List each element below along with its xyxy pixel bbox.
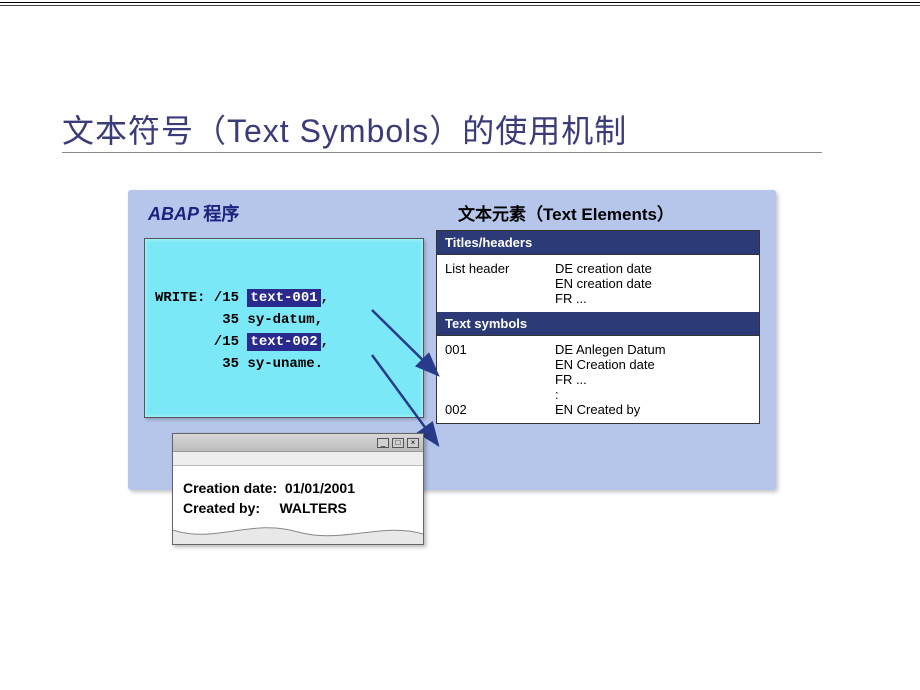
header-line: DE creation date [555, 261, 751, 276]
slide-top-lines [0, 0, 920, 28]
symbol-id: 001 [445, 342, 555, 402]
close-icon[interactable]: × [407, 438, 419, 448]
output-row-2: Created by: WALTERS [183, 498, 413, 518]
output-toolbar [173, 452, 423, 466]
text-elements-panel: Titles/headers List header DE creation d… [436, 230, 760, 424]
text-symbols-body: 001 DE Anlegen Datum EN Creation date FR… [437, 336, 759, 423]
code-line-3: /15 text-002, [155, 331, 413, 353]
abap-code-panel: WRITE: /15 text-001, 35 sy-datum, /15 te… [144, 238, 424, 418]
maximize-icon[interactable]: □ [392, 438, 404, 448]
symbol-line: EN Created by [555, 402, 751, 417]
titles-headers-body: List header DE creation date EN creation… [437, 255, 759, 312]
abap-label-prefix: ABAP [148, 204, 198, 224]
text-elements-label: 文本元素（Text Elements） [458, 200, 674, 225]
output-row-1: Creation date: 01/01/2001 [183, 478, 413, 498]
symbol-line: FR ... [555, 372, 751, 387]
code-line-1: WRITE: /15 text-001, [155, 287, 413, 309]
symbol-line: DE Anlegen Datum [555, 342, 751, 357]
symbol-id: 002 [445, 402, 555, 417]
text-001-symbol: text-001 [247, 289, 320, 307]
titles-headers-header: Titles/headers [437, 231, 759, 255]
symbol-line: : [555, 387, 751, 402]
title-underline [62, 152, 822, 153]
slide-title: 文本符号（Text Symbols）的使用机制 [62, 106, 627, 152]
code-line-4: 35 sy-uname. [155, 353, 413, 375]
abap-program-label: ABAP 程序 [148, 200, 239, 226]
symbol-line: EN Creation date [555, 357, 751, 372]
output-titlebar: _ □ × [173, 434, 423, 452]
code-line-2: 35 sy-datum, [155, 309, 413, 331]
text-symbols-header: Text symbols [437, 312, 759, 336]
minimize-icon[interactable]: _ [377, 438, 389, 448]
header-line: EN creation date [555, 276, 751, 291]
output-content: Creation date: 01/01/2001 Created by: WA… [173, 466, 423, 544]
abap-label-suffix: 程序 [203, 204, 239, 224]
list-header-label: List header [445, 261, 555, 306]
text-002-symbol: text-002 [247, 333, 320, 351]
header-line: FR ... [555, 291, 751, 306]
torn-edge [173, 522, 423, 544]
output-window: _ □ × Creation date: 01/01/2001 Created … [172, 433, 424, 545]
